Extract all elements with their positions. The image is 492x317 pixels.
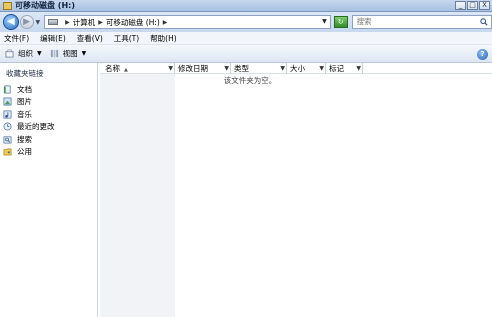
nav-item-pictures[interactable]: 图片	[0, 96, 97, 109]
organize-label: 组织	[18, 49, 33, 58]
search-folder-icon	[3, 136, 12, 144]
drive-title-icon	[3, 1, 12, 10]
chevron-right-icon[interactable]: ▶	[65, 19, 70, 26]
empty-folder-message: 该文件夹为空。	[223, 76, 277, 85]
menu-help[interactable]: 帮助(H)	[150, 33, 177, 44]
sort-ascending-icon: ▲	[124, 67, 128, 73]
nav-item-music[interactable]: 音乐	[0, 108, 97, 121]
window-title: 可移动磁盘 (H:)	[15, 1, 75, 10]
menu-bar: 文件(F) 编辑(E) 查看(V) 工具(T) 帮助(H)	[0, 32, 492, 45]
chevron-down-icon: ▼	[81, 50, 87, 57]
nav-item-label: 文档	[17, 84, 32, 94]
close-button[interactable]: X	[479, 1, 490, 10]
organize-button[interactable]: 组织 ▼	[5, 48, 42, 59]
refresh-button[interactable]: ↻	[333, 16, 348, 28]
favorite-links-heading: 收藏夹链接	[6, 69, 44, 78]
search-icon[interactable]	[480, 18, 488, 26]
recent-pages-dropdown[interactable]: ▼	[36, 19, 41, 26]
chevron-right-icon[interactable]: ▶	[98, 19, 103, 26]
column-header-type[interactable]: 类型 ▼	[231, 63, 287, 74]
menu-tools[interactable]: 工具(T)	[114, 33, 139, 44]
command-toolbar: 组织 ▼ 视图 ▼ ?	[0, 45, 492, 63]
views-icon	[50, 49, 58, 58]
column-header-size[interactable]: 大小 ▼	[287, 63, 326, 74]
nav-item-label: 公用	[17, 147, 32, 157]
column-filter-dropdown-icon[interactable]: ▼	[356, 63, 361, 74]
help-icon[interactable]: ?	[477, 49, 488, 60]
documents-icon	[3, 85, 11, 94]
navigation-pane: 收藏夹链接 文档 图片 音乐 最近的更改 搜索 公用	[0, 63, 98, 317]
nav-item-recent-changes[interactable]: 最近的更改	[0, 121, 97, 134]
search-input[interactable]: 搜索	[351, 15, 492, 29]
column-size-label: 大小	[290, 64, 305, 73]
address-row: ◀ ▶ ▼ ▶ 计算机 ▶ 可移动磁盘 (H:) ▶ ▼ ↻ 搜索	[0, 12, 492, 32]
back-button[interactable]: ◀	[3, 14, 19, 30]
views-label: 视图	[62, 49, 78, 58]
minimize-button[interactable]: _	[455, 1, 466, 10]
forward-button[interactable]: ▶	[19, 15, 34, 29]
views-button[interactable]: 视图 ▼	[50, 48, 87, 59]
column-filter-dropdown-icon[interactable]: ▼	[224, 63, 229, 74]
column-tags-label: 标记	[329, 64, 344, 73]
column-date-label: 修改日期	[178, 64, 208, 73]
address-bar[interactable]: ▶ 计算机 ▶ 可移动磁盘 (H:) ▶ ▼	[44, 15, 331, 29]
column-name-label: 名称	[105, 64, 120, 73]
nav-item-searches[interactable]: 搜索	[0, 133, 97, 146]
column-filter-dropdown-icon[interactable]: ▼	[319, 63, 324, 74]
music-icon	[3, 110, 12, 119]
menu-file[interactable]: 文件(F)	[4, 33, 29, 44]
maximize-button[interactable]: □	[467, 1, 478, 10]
file-list[interactable]: 名称 ▲ ▼ 修改日期 ▼ 类型 ▼ 大小 ▼ 标记 ▼ 该文件夹为空。	[100, 63, 492, 317]
column-type-label: 类型	[234, 64, 249, 73]
breadcrumb-computer[interactable]: 计算机	[73, 17, 96, 28]
address-dropdown-icon[interactable]: ▼	[322, 18, 327, 25]
nav-item-label: 音乐	[17, 109, 32, 119]
menu-edit[interactable]: 编辑(E)	[40, 33, 66, 44]
nav-item-public[interactable]: 公用	[0, 146, 97, 159]
pictures-icon	[3, 97, 12, 106]
chevron-down-icon: ▼	[37, 50, 42, 57]
title-bar: 可移动磁盘 (H:) _ □ X	[0, 0, 492, 12]
recent-changes-icon	[3, 122, 12, 131]
organize-icon	[5, 49, 14, 58]
window-controls: _ □ X	[455, 1, 490, 10]
nav-item-label: 搜索	[17, 134, 32, 144]
column-headers: 名称 ▲ ▼ 修改日期 ▼ 类型 ▼ 大小 ▼ 标记 ▼	[100, 63, 492, 74]
breadcrumb-drive[interactable]: 可移动磁盘 (H:)	[106, 17, 160, 28]
name-column-shade	[100, 74, 175, 317]
nav-item-label: 最近的更改	[17, 122, 55, 132]
column-header-date-modified[interactable]: 修改日期 ▼	[175, 63, 231, 74]
nav-item-documents[interactable]: 文档	[0, 83, 97, 96]
column-filter-dropdown-icon[interactable]: ▼	[168, 63, 173, 74]
drive-icon	[48, 19, 59, 25]
public-folder-icon	[3, 148, 12, 156]
nav-item-label: 图片	[17, 97, 32, 107]
search-placeholder: 搜索	[356, 17, 372, 26]
chevron-right-icon[interactable]: ▶	[163, 19, 168, 26]
menu-view[interactable]: 查看(V)	[77, 33, 103, 44]
column-header-tags[interactable]: 标记 ▼	[326, 63, 363, 74]
column-filter-dropdown-icon[interactable]: ▼	[280, 63, 285, 74]
column-header-name[interactable]: 名称 ▲ ▼	[102, 63, 175, 74]
